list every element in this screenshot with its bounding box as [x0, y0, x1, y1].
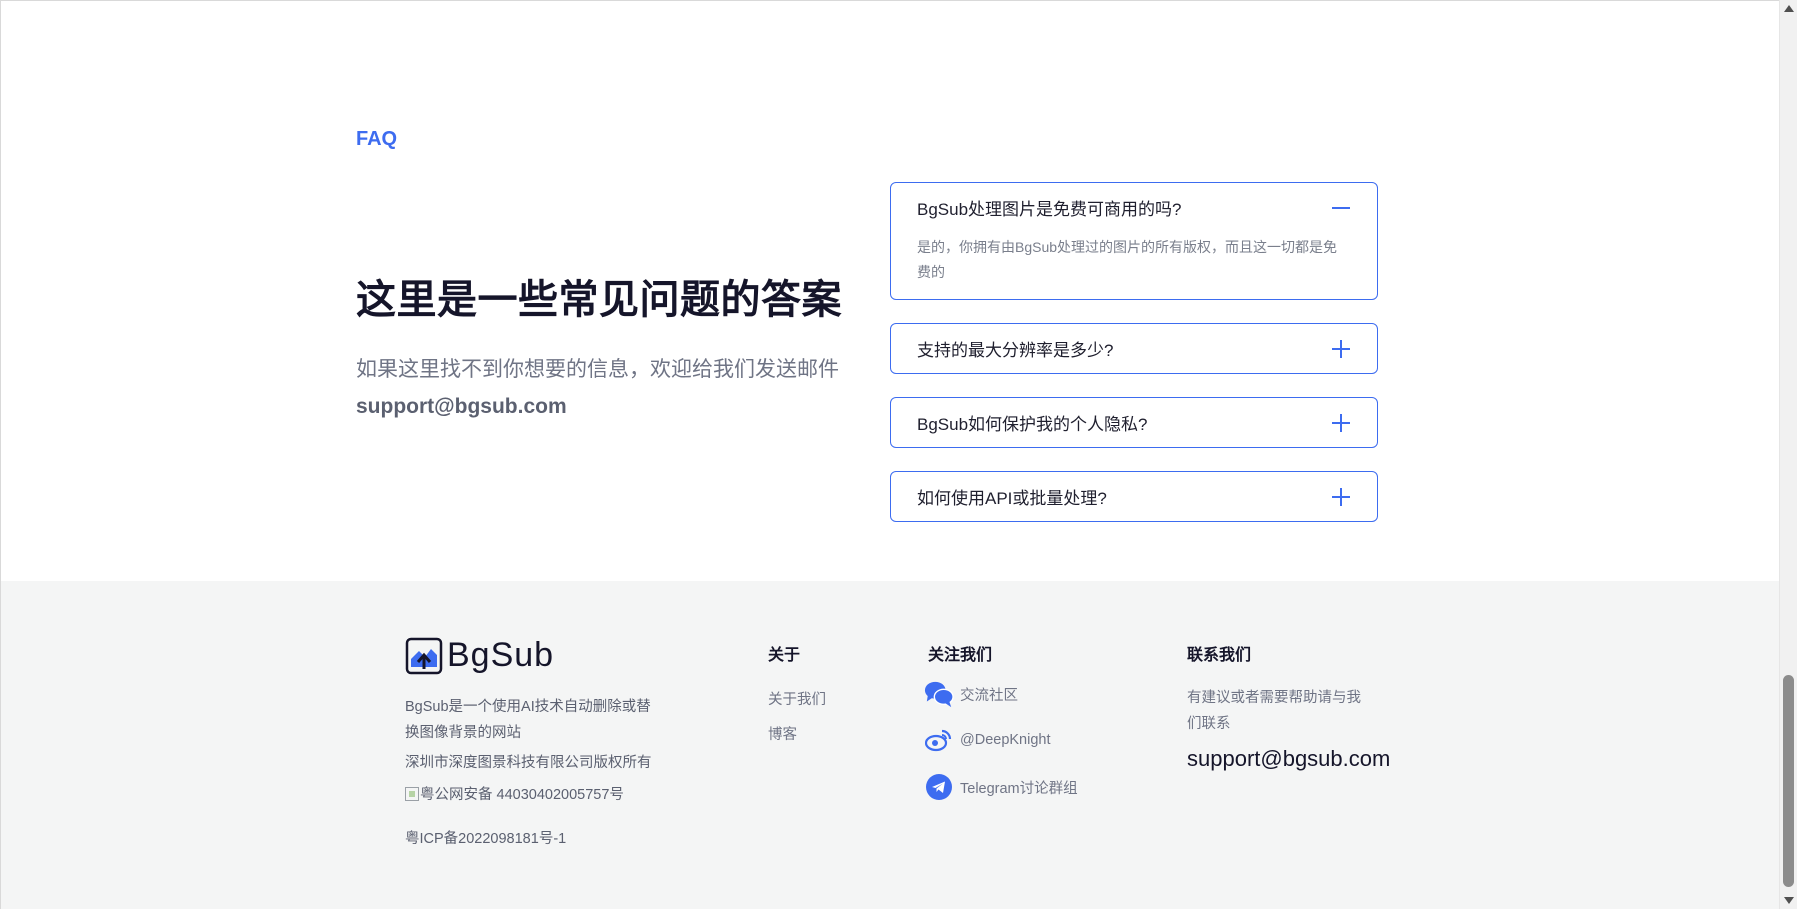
vertical-scrollbar[interactable] — [1779, 0, 1797, 909]
footer-link-weibo[interactable]: @DeepKnight — [924, 725, 1051, 755]
browser-viewport: FAQ 这里是一些常见问题的答案 如果这里找不到你想要的信息，欢迎给我们发送邮件… — [0, 0, 1779, 909]
faq-item-privacy: BgSub如何保护我的个人隐私? — [890, 397, 1378, 448]
faq-item-api-batch: 如何使用API或批量处理? — [890, 471, 1378, 522]
scrollbar-thumb[interactable] — [1783, 675, 1794, 887]
footer-logo[interactable]: BgSub — [405, 636, 554, 675]
plus-icon[interactable] — [1331, 339, 1351, 359]
plus-icon[interactable] — [1331, 487, 1351, 507]
faq-question-header[interactable]: 如何使用API或批量处理? — [917, 472, 1351, 521]
footer-contact-title: 联系我们 — [1187, 647, 1252, 664]
faq-question-header[interactable]: 支持的最大分辨率是多少? — [917, 324, 1351, 373]
footer-link-telegram-label: Telegram讨论群组 — [960, 780, 1078, 797]
faq-question-header[interactable]: BgSub如何保护我的个人隐私? — [917, 398, 1351, 447]
footer-icp-link[interactable]: 粤ICP备2022098181号-1 — [405, 827, 566, 848]
footer-police-record-text: 粤公网安备 44030402005757号 — [420, 787, 624, 803]
broken-image-icon — [405, 786, 419, 801]
footer-about-title: 关于 — [768, 647, 801, 664]
footer-link-community-label: 交流社区 — [960, 687, 1018, 704]
faq-item-free-commercial: BgSub处理图片是免费可商用的吗? 是的，你拥有由BgSub处理过的图片的所有… — [890, 182, 1378, 300]
faq-description-text: 如果这里找不到你想要的信息，欢迎给我们发送邮件 — [356, 358, 839, 381]
faq-section: FAQ 这里是一些常见问题的答案 如果这里找不到你想要的信息，欢迎给我们发送邮件… — [1, 1, 1779, 581]
chat-bubbles-icon — [924, 679, 954, 709]
faq-question-header[interactable]: BgSub处理图片是免费可商用的吗? — [917, 183, 1351, 232]
footer-contact-email-link[interactable]: support@bgsub.com — [1187, 746, 1390, 772]
faq-question-text: BgSub如何保护我的个人隐私? — [917, 415, 1148, 434]
faq-eyebrow: FAQ — [356, 128, 398, 150]
plus-icon[interactable] — [1331, 413, 1351, 433]
bgsub-logo-icon — [405, 637, 443, 674]
faq-question-text: 支持的最大分辨率是多少? — [917, 341, 1114, 360]
faq-heading: 这里是一些常见问题的答案 — [356, 278, 842, 322]
faq-support-email-link[interactable]: support@bgsub.com — [356, 388, 856, 425]
scroll-down-arrow-icon[interactable] — [1784, 897, 1794, 904]
faq-answer-text: 是的，你拥有由BgSub处理过的图片的所有版权，而且这一切都是免费的 — [917, 239, 1338, 280]
footer-link-weibo-label: @DeepKnight — [960, 732, 1051, 748]
site-footer: BgSub BgSub是一个使用AI技术自动删除或替换图像背景的网站 深圳市深度… — [1, 581, 1779, 909]
minus-icon[interactable] — [1331, 198, 1351, 218]
faq-description: 如果这里找不到你想要的信息，欢迎给我们发送邮件 support@bgsub.co… — [356, 351, 856, 425]
footer-link-blog[interactable]: 博客 — [768, 723, 797, 744]
faq-question-text: BgSub处理图片是免费可商用的吗? — [917, 200, 1182, 219]
faq-item-max-resolution: 支持的最大分辨率是多少? — [890, 323, 1378, 374]
page: FAQ 这里是一些常见问题的答案 如果这里找不到你想要的信息，欢迎给我们发送邮件… — [0, 0, 1797, 909]
footer-police-record[interactable]: 粤公网安备 44030402005757号 — [405, 783, 624, 804]
faq-question-text: 如何使用API或批量处理? — [917, 489, 1107, 508]
footer-link-about-us[interactable]: 关于我们 — [768, 688, 826, 709]
footer-link-community[interactable]: 交流社区 — [924, 679, 1018, 709]
faq-list: BgSub处理图片是免费可商用的吗? 是的，你拥有由BgSub处理过的图片的所有… — [890, 182, 1378, 545]
footer-link-telegram[interactable]: Telegram讨论群组 — [924, 772, 1078, 802]
footer-contact-description: 有建议或者需要帮助请与我们联系 — [1187, 690, 1361, 732]
footer-brand-description: BgSub是一个使用AI技术自动删除或替换图像背景的网站 — [405, 699, 651, 741]
telegram-icon — [924, 772, 954, 802]
scroll-up-arrow-icon[interactable] — [1784, 5, 1794, 12]
footer-follow-title: 关注我们 — [928, 647, 993, 664]
footer-copyright: 深圳市深度图景科技有限公司版权所有 — [405, 755, 652, 771]
weibo-icon — [924, 725, 954, 755]
footer-logo-text: BgSub — [447, 636, 555, 674]
